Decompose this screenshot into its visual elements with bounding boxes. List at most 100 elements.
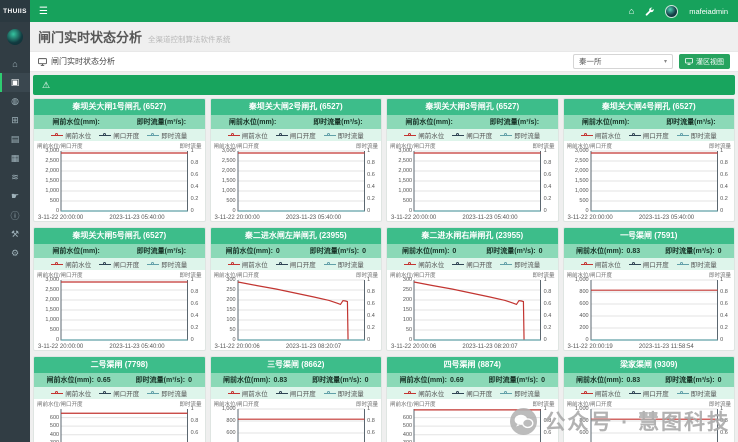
right-axis-tick: 0.8: [367, 418, 375, 424]
sidebar-item-gate-analysis[interactable]: ▣: [0, 73, 30, 92]
username-label: mafeiadmin: [689, 7, 728, 16]
legend-marker: [276, 390, 288, 396]
menu-toggle-icon[interactable]: ☰: [30, 6, 57, 17]
legend-item-即时流量[interactable]: 即时流量: [500, 130, 540, 140]
left-axis-title: 闸前水位/闸口开度: [214, 400, 260, 408]
gate-chart: 闸前水位/闸口开度即时流量3,0002,5002,0001,5001,00050…: [567, 142, 732, 221]
right-axis-tick: 0.4: [544, 184, 552, 190]
y-axis-tick: 1,000: [575, 277, 589, 283]
home-icon[interactable]: ⌂: [629, 7, 634, 16]
right-axis-tick: 1: [367, 277, 370, 283]
flow-value: 0: [718, 377, 722, 384]
legend-item-闸口开度[interactable]: 闸口开度: [276, 388, 316, 398]
legend-item-闸前水位[interactable]: 闸前水位: [581, 388, 621, 398]
legend-label: 闸口开度: [466, 259, 492, 269]
legend-item-闸口开度[interactable]: 闸口开度: [629, 259, 669, 269]
plot-area: 600500400300200100010.80.60.40.20: [414, 409, 541, 442]
legend-item-闸前水位[interactable]: 闸前水位: [581, 259, 621, 269]
y-axis-tick: 50: [229, 327, 235, 333]
flow-value: 0: [362, 248, 366, 255]
legend-item-即时流量[interactable]: 即时流量: [147, 259, 187, 269]
sidebar-item-info[interactable]: ⓘ: [0, 206, 30, 225]
flow-label: 即时流量(m³/s):: [666, 117, 715, 127]
legend-item-即时流量[interactable]: 即时流量: [500, 388, 540, 398]
legend-item-闸前水位[interactable]: 闸前水位: [228, 388, 268, 398]
gate-card-readings: 闸前水位(mm):0.83即时流量(m³/s):0: [211, 373, 382, 387]
right-axis-tick: 0.8: [367, 160, 375, 166]
chart-legend: 闸前水位闸口开度即时流量: [564, 129, 735, 141]
legend-marker: [452, 261, 464, 267]
legend-item-闸口开度[interactable]: 闸口开度: [629, 388, 669, 398]
legend-item-闸前水位[interactable]: 闸前水位: [51, 259, 91, 269]
legend-item-闸前水位[interactable]: 闸前水位: [51, 130, 91, 140]
x-axis-labels: 3-11-22 20:00:002023-11-23 05:40:00: [567, 213, 732, 221]
wrench-icon[interactable]: [645, 7, 654, 16]
legend-item-闸口开度[interactable]: 闸口开度: [276, 130, 316, 140]
flow-label: 即时流量(m³/s):0: [665, 375, 721, 385]
legend-item-闸口开度[interactable]: 闸口开度: [629, 130, 669, 140]
legend-item-闸前水位[interactable]: 闸前水位: [404, 388, 444, 398]
legend-marker: [629, 132, 641, 138]
legend-item-即时流量[interactable]: 即时流量: [677, 130, 717, 140]
legend-item-闸前水位[interactable]: 闸前水位: [228, 130, 268, 140]
right-axis-tick: 0.4: [720, 184, 728, 190]
legend-item-闸前水位[interactable]: 闸前水位: [51, 388, 91, 398]
gate-card: 梁家渠闸 (9309)闸前水位(mm):0.83即时流量(m³/s):0闸前水位…: [563, 356, 736, 442]
legend-item-闸前水位[interactable]: 闸前水位: [404, 259, 444, 269]
sidebar-item-monitor[interactable]: ▤: [0, 130, 30, 149]
gate-chart: 闸前水位/闸口开度即时流量3,0002,5002,0001,5001,00050…: [37, 142, 202, 221]
legend-item-闸前水位[interactable]: 闸前水位: [404, 130, 444, 140]
chevron-down-icon: ▾: [664, 58, 667, 65]
legend-item-即时流量[interactable]: 即时流量: [500, 259, 540, 269]
sidebar-item-pointer[interactable]: ☛: [0, 187, 30, 206]
sidebar-item-tools[interactable]: ⚒: [0, 225, 30, 244]
left-axis-title: 闸前水位/闸口开度: [567, 142, 613, 150]
water-level-label: 闸前水位(mm):0.83: [223, 375, 287, 385]
flow-label: 即时流量(m³/s):: [137, 117, 186, 127]
sidebar-item-media[interactable]: ▦: [0, 149, 30, 168]
y-axis-tick: 600: [403, 415, 412, 421]
legend-marker: [629, 261, 641, 267]
water-level-label: 闸前水位(mm):0.83: [576, 375, 640, 385]
legend-item-即时流量[interactable]: 即时流量: [147, 388, 187, 398]
legend-item-闸口开度[interactable]: 闸口开度: [99, 388, 139, 398]
gate-card: 一号渠闸 (7591)闸前水位(mm):0.83即时流量(m³/s):0闸前水位…: [563, 227, 736, 351]
legend-marker: [500, 261, 512, 267]
sidebar-logo-avatar[interactable]: [7, 29, 23, 45]
left-axis-title: 闸前水位/闸口开度: [214, 142, 260, 150]
gate-card-readings: 闸前水位(mm):即时流量(m³/s):: [211, 115, 382, 129]
legend-item-即时流量[interactable]: 即时流量: [324, 130, 364, 140]
legend-item-闸口开度[interactable]: 闸口开度: [99, 259, 139, 269]
legend-item-闸口开度[interactable]: 闸口开度: [452, 130, 492, 140]
water-level-label: 闸前水位(mm):0: [225, 246, 279, 256]
legend-item-闸口开度[interactable]: 闸口开度: [99, 130, 139, 140]
user-avatar[interactable]: [665, 5, 678, 18]
station-select[interactable]: 秦一所 ▾: [573, 54, 673, 69]
sidebar-item-settings[interactable]: ⚙: [0, 244, 30, 263]
legend-item-即时流量[interactable]: 即时流量: [324, 388, 364, 398]
legend-marker: [99, 390, 111, 396]
legend-item-即时流量[interactable]: 即时流量: [677, 388, 717, 398]
legend-item-即时流量[interactable]: 即时流量: [147, 130, 187, 140]
right-axis-tick: 0.8: [544, 418, 552, 424]
district-view-button[interactable]: 灌区视图: [679, 54, 730, 69]
legend-item-闸前水位[interactable]: 闸前水位: [581, 130, 621, 140]
legend-marker: [276, 132, 288, 138]
legend-item-闸前水位[interactable]: 闸前水位: [228, 259, 268, 269]
water-level-label: 闸前水位(mm):0.69: [400, 375, 464, 385]
legend-item-闸口开度[interactable]: 闸口开度: [452, 388, 492, 398]
gate-card-title: 一号渠闸 (7591): [564, 228, 735, 244]
sidebar-item-home[interactable]: ⌂: [0, 54, 30, 73]
x-axis-labels: 3-11-22 20:00:002023-11-23 05:40:00: [390, 213, 555, 221]
legend-item-即时流量[interactable]: 即时流量: [324, 259, 364, 269]
legend-item-即时流量[interactable]: 即时流量: [677, 259, 717, 269]
legend-item-闸口开度[interactable]: 闸口开度: [452, 259, 492, 269]
water-level-label: 闸前水位(mm):: [229, 117, 276, 127]
x-axis-end-label: 2023-11-23 05:40:00: [462, 215, 517, 221]
legend-label: 即时流量: [514, 259, 540, 269]
sidebar-item-apps[interactable]: ⊞: [0, 111, 30, 130]
sidebar-item-wifi[interactable]: ≋: [0, 168, 30, 187]
legend-marker: [228, 261, 240, 267]
sidebar-item-network[interactable]: ◍: [0, 92, 30, 111]
legend-item-闸口开度[interactable]: 闸口开度: [276, 259, 316, 269]
